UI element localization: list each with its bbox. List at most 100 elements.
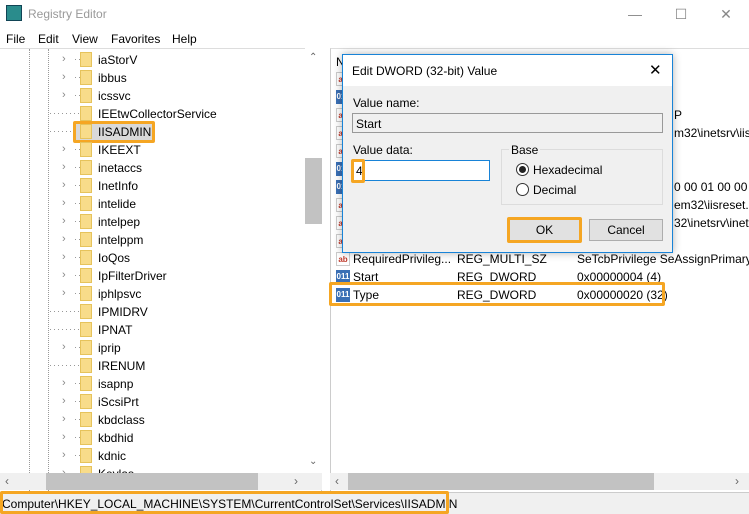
menu-view[interactable]: View — [72, 32, 98, 46]
tree-item-label: isapnp — [98, 377, 134, 391]
folder-icon — [80, 376, 92, 391]
expand-chevron-icon[interactable]: › — [62, 287, 66, 299]
tree-item[interactable]: › ·· iprip — [0, 339, 305, 357]
decimal-label[interactable]: Decimal — [533, 183, 576, 197]
folder-icon — [80, 358, 92, 373]
decimal-radio[interactable] — [516, 183, 529, 196]
close-window-button[interactable]: ✕ — [703, 0, 749, 28]
scroll-left-icon[interactable]: ‹ — [5, 474, 9, 488]
tree-hscroll-thumb[interactable] — [46, 473, 258, 490]
value-data: 0 00 01 00 00 00 — [674, 180, 749, 194]
expand-chevron-icon[interactable]: › — [62, 377, 66, 389]
tree-item[interactable]: › ·· iaStorV — [0, 51, 305, 69]
folder-icon — [80, 322, 92, 337]
expand-chevron-icon[interactable]: › — [62, 395, 66, 407]
expand-chevron-icon[interactable]: › — [62, 269, 66, 281]
expand-chevron-icon[interactable]: › — [62, 143, 66, 155]
hexadecimal-radio[interactable] — [516, 163, 529, 176]
tree-item[interactable]: › ·· IpFilterDriver — [0, 267, 305, 285]
tree-pane: › ·· iaStorV › ·· ibbus › ·· icssvc ········ IEEtw… — [0, 48, 322, 492]
expand-chevron-icon[interactable]: › — [62, 89, 66, 101]
value-name-field[interactable]: Start — [352, 113, 663, 133]
folder-icon — [80, 196, 92, 211]
tree-item-label: ibbus — [98, 71, 127, 85]
hexadecimal-label[interactable]: Hexadecimal — [533, 163, 602, 177]
expand-chevron-icon[interactable]: › — [62, 431, 66, 443]
folder-icon — [80, 340, 92, 355]
tree-item[interactable]: › ·· InetInfo — [0, 177, 305, 195]
scroll-up-icon[interactable]: ⌃ — [309, 52, 317, 63]
expand-chevron-icon[interactable]: › — [62, 179, 66, 191]
tree-item[interactable]: ········ IPMIDRV — [0, 303, 305, 321]
expand-chevron-icon[interactable]: › — [62, 161, 66, 173]
tree-item[interactable]: › ·· intelppm — [0, 231, 305, 249]
ok-highlight — [507, 217, 582, 243]
menu-favorites[interactable]: Favorites — [111, 32, 160, 46]
tree-item[interactable]: ········ IPNAT — [0, 321, 305, 339]
scroll-right-icon[interactable]: › — [294, 474, 298, 488]
scroll-down-icon[interactable]: ⌄ — [309, 456, 317, 467]
scroll-left-icon[interactable]: ‹ — [335, 474, 339, 488]
cancel-button[interactable]: Cancel — [589, 219, 663, 241]
tree-item-label: icssvc — [98, 89, 131, 103]
tree-horizontal-scrollbar[interactable]: ‹ › — [0, 473, 322, 490]
tree-item[interactable]: › ·· iphlpsvc — [0, 285, 305, 303]
expand-chevron-icon[interactable]: › — [62, 251, 66, 263]
tree-item-label: IoQos — [98, 251, 131, 265]
tree-item[interactable]: › ·· intelide — [0, 195, 305, 213]
dialog-title-bar: Edit DWORD (32-bit) Value ✕ — [343, 55, 672, 86]
expand-chevron-icon[interactable]: › — [62, 413, 66, 425]
tree-item-label: intelppm — [98, 233, 144, 247]
expand-chevron-icon[interactable]: › — [62, 449, 66, 461]
tree-item[interactable]: › ·· kdnic — [0, 447, 305, 465]
tree-scroll-thumb[interactable] — [305, 158, 322, 224]
path-highlight — [0, 491, 449, 514]
tree-vertical-scrollbar[interactable]: ⌃ ⌄ — [305, 48, 322, 473]
tree-item-label: kbdhid — [98, 431, 134, 445]
menu-edit[interactable]: Edit — [38, 32, 59, 46]
tree-item[interactable]: › ·· iScsiPrt — [0, 393, 305, 411]
values-hscroll-thumb[interactable] — [348, 473, 654, 490]
expand-chevron-icon[interactable]: › — [62, 71, 66, 83]
folder-icon — [80, 250, 92, 265]
expand-chevron-icon[interactable]: › — [62, 197, 66, 209]
expand-chevron-icon[interactable]: › — [62, 341, 66, 353]
tree-item[interactable]: › ·· kbdhid — [0, 429, 305, 447]
tree-item[interactable]: › ·· inetaccs — [0, 159, 305, 177]
tree-item[interactable]: › ·· kbdclass — [0, 411, 305, 429]
expand-chevron-icon[interactable]: › — [62, 215, 66, 227]
menu-help[interactable]: Help — [172, 32, 197, 46]
tree-connector: ········ — [49, 360, 81, 370]
expand-chevron-icon[interactable]: › — [62, 53, 66, 65]
tree-item-label: IpFilterDriver — [98, 269, 167, 283]
menu-file[interactable]: File — [6, 32, 25, 46]
tree-item[interactable]: › ·· IKEEXT — [0, 141, 305, 159]
tree-item[interactable]: › ·· isapnp — [0, 375, 305, 393]
folder-icon — [80, 214, 92, 229]
tree-item-label: iaStorV — [98, 53, 138, 67]
folder-icon — [80, 286, 92, 301]
value-data-label: Value data: — [353, 143, 413, 157]
dialog-close-icon[interactable]: ✕ — [649, 61, 662, 79]
expand-chevron-icon[interactable]: › — [62, 233, 66, 245]
tree-item[interactable]: › ·· IoQos — [0, 249, 305, 267]
tree-item-label: kdnic — [98, 449, 127, 463]
edit-dword-dialog: Edit DWORD (32-bit) Value ✕ Value name: … — [342, 54, 673, 253]
values-horizontal-scrollbar[interactable]: ‹ › — [330, 473, 749, 490]
value-data: em32\iisreset.e — [674, 198, 749, 212]
maximize-button[interactable]: ☐ — [658, 0, 704, 28]
tree-connector: ········ — [49, 108, 81, 118]
tree-item-label: IPNAT — [98, 323, 133, 337]
tree-item[interactable]: › ·· icssvc — [0, 87, 305, 105]
minimize-button[interactable]: — — [612, 0, 658, 28]
scroll-right-icon[interactable]: › — [735, 474, 739, 488]
value-type: REG_MULTI_SZ — [457, 252, 547, 266]
tree-item[interactable]: › ·· intelpep — [0, 213, 305, 231]
tree-item[interactable]: ········ IISADMIN — [0, 121, 305, 143]
tree-item-label: intelide — [98, 197, 137, 211]
folder-icon — [80, 304, 92, 319]
tree-item-label: InetInfo — [98, 179, 139, 193]
tree-item[interactable]: › ·· ibbus — [0, 69, 305, 87]
value-data-input[interactable]: 4 — [352, 160, 490, 181]
tree-item[interactable]: ········ IRENUM — [0, 357, 305, 375]
